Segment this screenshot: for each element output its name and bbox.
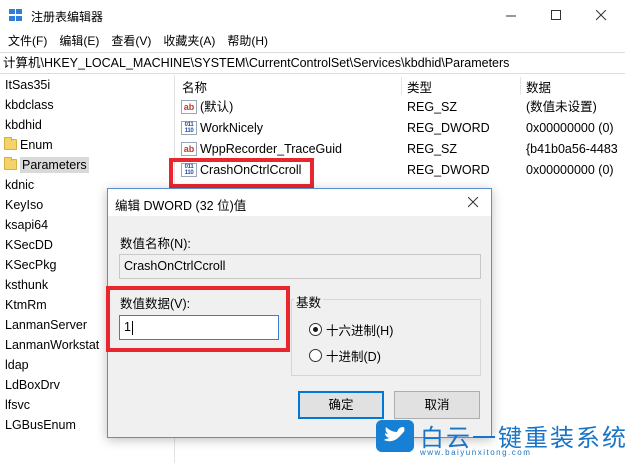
value-name: WppRecorder_TraceGuid xyxy=(200,142,342,156)
tree-item-label: ldap xyxy=(5,358,29,372)
tree-item-label: kbdhid xyxy=(5,118,42,132)
tree-item-label: ItSas35i xyxy=(5,78,51,92)
address-bar[interactable]: 计算机\HKEY_LOCAL_MACHINE\SYSTEM\CurrentCon… xyxy=(0,52,625,74)
list-header: 名称 类型 数据 xyxy=(176,75,625,97)
value-type: REG_SZ xyxy=(407,100,458,114)
menu-help[interactable]: 帮助(H) xyxy=(221,31,274,51)
value-row[interactable]: ab WppRecorder_TraceGuid REG_SZ {b41b0a56-4… xyxy=(176,139,625,160)
tree-item[interactable]: kbdclass xyxy=(0,95,174,115)
maximize-button[interactable] xyxy=(533,0,579,31)
title-bar: 注册表编辑器 xyxy=(0,0,625,31)
minimize-button[interactable] xyxy=(488,0,534,31)
value-data: 0x00000000 (0) xyxy=(526,121,614,135)
radio-hex[interactable]: 十六进制(H) xyxy=(309,320,393,339)
cancel-button[interactable]: 取消 xyxy=(394,391,480,419)
tree-item-label: kdnic xyxy=(5,178,35,192)
dialog-title-bar: 编辑 DWORD (32 位)值 xyxy=(108,189,491,216)
radio-hex-label: 十六进制(H) xyxy=(326,324,394,338)
dialog-title: 编辑 DWORD (32 位)值 xyxy=(115,199,247,213)
close-icon xyxy=(595,10,606,21)
menu-view[interactable]: 查看(V) xyxy=(105,31,157,51)
close-icon xyxy=(467,196,479,208)
value-name: WorkNicely xyxy=(200,121,263,135)
highlight-box-value-name xyxy=(169,158,314,188)
tree-item-label: KtmRm xyxy=(5,298,47,312)
regedit-app-icon xyxy=(9,9,22,21)
binary-value-icon: 011 110 xyxy=(181,121,197,135)
menu-edit[interactable]: 编辑(E) xyxy=(53,31,105,51)
header-name[interactable]: 名称 xyxy=(182,77,207,96)
header-separator[interactable] xyxy=(401,77,402,95)
tree-item[interactable]: kbdhid xyxy=(0,115,174,135)
radio-dec[interactable]: 十进制(D) xyxy=(309,346,381,365)
header-type[interactable]: 类型 xyxy=(407,77,432,96)
tree-item-label: kbdclass xyxy=(5,98,54,112)
ok-button[interactable]: 确定 xyxy=(298,391,384,419)
dialog-close-button[interactable] xyxy=(467,193,479,211)
string-value-icon: ab xyxy=(181,100,197,114)
tree-item-label: KSecDD xyxy=(5,238,53,252)
radio-dec-circle[interactable] xyxy=(309,349,322,362)
tree-item-label: LanmanWorkstat xyxy=(5,338,100,352)
bird-logo-icon xyxy=(376,420,414,452)
base-label: 基数 xyxy=(294,292,324,311)
value-name-field: CrashOnCtrlCcroll xyxy=(119,254,481,279)
menu-favorites[interactable]: 收藏夹(A) xyxy=(157,31,221,51)
value-name: (默认) xyxy=(200,100,234,114)
tree-item-label: Parameters xyxy=(20,157,89,173)
menu-file[interactable]: 文件(F) xyxy=(0,31,53,51)
tree-item-label: ksthunk xyxy=(5,278,49,292)
header-data[interactable]: 数据 xyxy=(526,77,551,96)
string-value-icon: ab xyxy=(181,142,197,156)
tree-item-label: ksapi64 xyxy=(5,218,49,232)
radio-hex-circle[interactable] xyxy=(309,323,322,336)
tree-item-label: Enum xyxy=(20,138,53,152)
value-data: (数值未设置) xyxy=(526,100,597,114)
tree-item-label: KSecPkg xyxy=(5,258,57,272)
tree-item-label: KeyIso xyxy=(5,198,44,212)
header-separator[interactable] xyxy=(520,77,521,95)
tree-item[interactable]: ItSas35i xyxy=(0,75,174,95)
minimize-icon xyxy=(505,15,516,17)
value-type: REG_DWORD xyxy=(407,121,490,135)
radio-dec-label: 十进制(D) xyxy=(326,350,381,364)
watermark-url: www.baiyunxitong.com xyxy=(420,448,532,457)
value-row[interactable]: ab (默认) REG_SZ (数值未设置) xyxy=(176,97,625,118)
close-button[interactable] xyxy=(578,0,624,31)
window-title: 注册表编辑器 xyxy=(31,10,104,24)
value-row[interactable]: 011 110 WorkNicely REG_DWORD 0x00000000 (0) xyxy=(176,118,625,139)
value-type: REG_DWORD xyxy=(407,163,490,177)
tree-item[interactable]: Parameters xyxy=(0,155,174,175)
tree-item[interactable]: Enum xyxy=(0,135,174,155)
value-type: REG_SZ xyxy=(407,142,458,156)
value-name-label: 数值名称(N): xyxy=(120,237,191,251)
value-data: {b41b0a56-4483 xyxy=(526,142,618,156)
tree-item-label: LdBoxDrv xyxy=(5,378,60,392)
menu-bar: 文件(F) 编辑(E) 查看(V) 收藏夹(A) 帮助(H) xyxy=(0,31,625,51)
tree-item-label: LanmanServer xyxy=(5,318,87,332)
folder-icon xyxy=(4,157,17,170)
tree-item-label: lfsvc xyxy=(5,398,30,412)
highlight-box-value-data xyxy=(106,286,290,352)
value-data: 0x00000000 (0) xyxy=(526,163,614,177)
watermark: 白云一键重装系统 www.baiyunxitong.com xyxy=(376,418,625,460)
maximize-icon xyxy=(550,10,561,20)
folder-icon xyxy=(4,137,17,150)
tree-item-label: LGBusEnum xyxy=(5,418,76,432)
